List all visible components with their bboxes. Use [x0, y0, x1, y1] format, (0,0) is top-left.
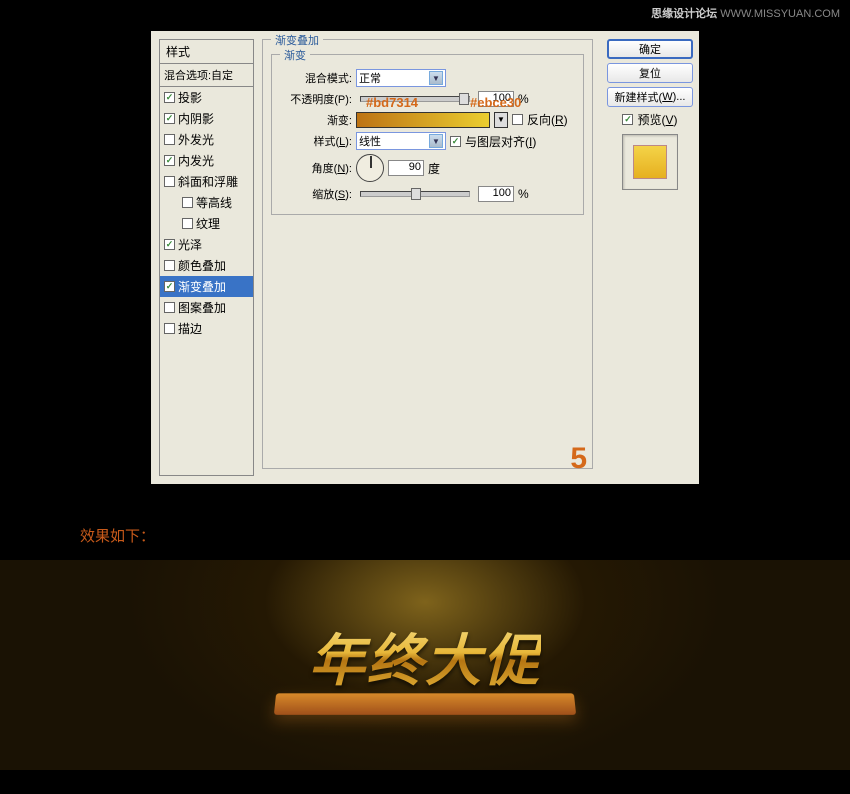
checkbox-icon[interactable]	[164, 260, 175, 271]
sidebar-item-satin[interactable]: 光泽	[160, 234, 253, 255]
checkbox-icon[interactable]	[164, 155, 175, 166]
align-label: 与图层对齐(I)	[465, 133, 536, 150]
preview-label: 预览(V)	[637, 111, 677, 128]
reverse-label: 反向(R)	[527, 111, 568, 128]
checkbox-icon[interactable]	[182, 218, 193, 229]
sidebar-item-bevel[interactable]: 斜面和浮雕	[160, 171, 253, 192]
reverse-checkbox[interactable]	[512, 114, 523, 125]
sidebar-item-inner-shadow[interactable]: 内阴影	[160, 108, 253, 129]
sidebar-item-drop-shadow[interactable]: 投影	[160, 87, 253, 108]
checkbox-icon[interactable]	[164, 281, 175, 292]
result-label: 效果如下：	[80, 525, 850, 546]
watermark: 思缘设计论坛 WWW.MISSYUAN.COM	[651, 5, 840, 21]
button-column: 确定 复位 新建样式(W)... 预览(V)	[601, 31, 699, 484]
sidebar-item-inner-glow[interactable]: 内发光	[160, 150, 253, 171]
style-select[interactable]: 线性▼	[356, 132, 446, 150]
color-annotation-2: #ebce30	[470, 95, 521, 110]
angle-label: 角度(N):	[280, 160, 352, 176]
scale-label: 缩放(S):	[280, 186, 352, 202]
blend-mode-label: 混合模式:	[280, 70, 352, 86]
new-style-button[interactable]: 新建样式(W)...	[607, 87, 693, 107]
panel-title: 渐变叠加	[271, 32, 323, 48]
scale-input[interactable]: 100	[478, 186, 514, 202]
checkbox-icon[interactable]	[164, 323, 175, 334]
sidebar-title: 样式	[160, 40, 253, 64]
gradient-label: 渐变:	[280, 112, 352, 128]
panel-subtitle: 渐变	[280, 47, 310, 63]
checkbox-icon[interactable]	[164, 134, 175, 145]
preview-swatch-box	[622, 134, 678, 190]
sidebar-item-contour[interactable]: 等高线	[160, 192, 253, 213]
scale-slider[interactable]	[360, 191, 470, 197]
sidebar-item-gradient-overlay[interactable]: 渐变叠加	[160, 276, 253, 297]
style-sidebar: 样式 混合选项:自定 投影 内阴影 外发光 内发光 斜面和浮雕 等高线 纹理 光…	[159, 39, 254, 476]
blend-options[interactable]: 混合选项:自定	[160, 64, 253, 87]
opacity-label: 不透明度(P):	[280, 91, 352, 107]
sidebar-item-color-overlay[interactable]: 颜色叠加	[160, 255, 253, 276]
result-banner: 年终大促	[0, 560, 850, 770]
banner-platform	[274, 693, 576, 715]
checkbox-icon[interactable]	[164, 92, 175, 103]
checkbox-icon[interactable]	[164, 302, 175, 313]
checkbox-icon[interactable]	[164, 176, 175, 187]
angle-dial[interactable]	[356, 154, 384, 182]
reset-button[interactable]: 复位	[607, 63, 693, 83]
layer-style-dialog: 样式 混合选项:自定 投影 内阴影 外发光 内发光 斜面和浮雕 等高线 纹理 光…	[150, 30, 700, 485]
settings-panel: 渐变叠加 渐变 混合模式: 正常▼ 不透明度(P): 100 % 渐变: ▼	[254, 31, 601, 484]
preview-checkbox[interactable]	[622, 114, 633, 125]
color-annotation-1: #bd7314	[366, 95, 418, 110]
align-checkbox[interactable]	[450, 136, 461, 147]
step-number: 5	[570, 442, 587, 476]
sidebar-item-texture[interactable]: 纹理	[160, 213, 253, 234]
preview-swatch	[633, 145, 667, 179]
sidebar-item-pattern-overlay[interactable]: 图案叠加	[160, 297, 253, 318]
sidebar-item-outer-glow[interactable]: 外发光	[160, 129, 253, 150]
ok-button[interactable]: 确定	[607, 39, 693, 59]
angle-input[interactable]: 90	[388, 160, 424, 176]
gradient-preview[interactable]	[356, 112, 490, 128]
checkbox-icon[interactable]	[164, 113, 175, 124]
banner-text: 年终大促	[309, 616, 541, 697]
style-label: 样式(L):	[280, 133, 352, 149]
chevron-down-icon: ▼	[429, 134, 443, 148]
sidebar-item-stroke[interactable]: 描边	[160, 318, 253, 339]
checkbox-icon[interactable]	[182, 197, 193, 208]
checkbox-icon[interactable]	[164, 239, 175, 250]
chevron-down-icon: ▼	[429, 71, 443, 85]
blend-mode-select[interactable]: 正常▼	[356, 69, 446, 87]
gradient-dropdown[interactable]: ▼	[494, 112, 508, 128]
